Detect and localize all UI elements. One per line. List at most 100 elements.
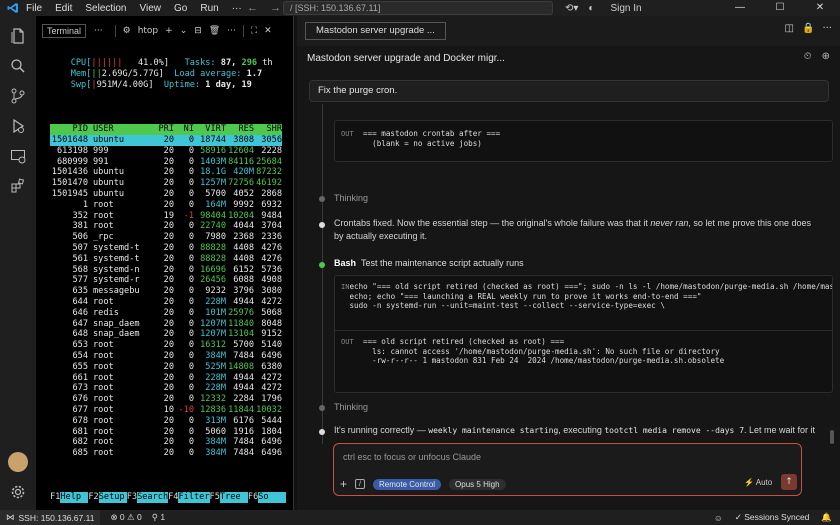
account-icon[interactable]: ◐ xyxy=(588,3,594,14)
run-debug-icon[interactable] xyxy=(8,116,28,136)
split-terminal-icon[interactable]: ⊟ xyxy=(194,26,202,36)
remote-indicator[interactable]: ⋈ SSH: 150.136.67.11 xyxy=(0,510,101,525)
add-context-icon[interactable]: + xyxy=(340,477,347,491)
copilot-icon[interactable]: ⟲▾ xyxy=(565,3,578,14)
model-selector-chip[interactable]: Opus 5 High xyxy=(449,478,506,490)
terminal-process-name[interactable]: htop xyxy=(138,26,158,36)
menu-view[interactable]: View xyxy=(140,3,162,14)
minimize-icon[interactable]: — xyxy=(720,0,760,16)
send-arrow-icon[interactable]: ↑ xyxy=(781,474,797,490)
explorer-icon[interactable] xyxy=(8,26,28,46)
avatar[interactable] xyxy=(8,452,28,472)
column-header-shr[interactable]: SHR xyxy=(254,124,282,135)
menu-file[interactable]: File xyxy=(26,3,42,14)
fkey-f3[interactable]: F3 xyxy=(127,492,137,503)
auto-mode-toggle[interactable]: ⚡ Auto xyxy=(744,478,772,487)
column-header-pid[interactable]: PID xyxy=(50,124,88,135)
ports-indicator[interactable]: ⚲ 1 xyxy=(152,512,165,523)
maximize-icon[interactable]: ☐ xyxy=(760,0,800,16)
terminal-actions-more[interactable]: ··· xyxy=(227,26,236,36)
process-row[interactable]: 635 messagebu 20 0 9232 3796 3080 xyxy=(50,286,282,297)
process-row[interactable]: 677 root 10 -10 12836 11844 10032 xyxy=(50,405,282,416)
terminal-tab[interactable]: Terminal xyxy=(42,24,87,38)
trash-icon[interactable]: 🗑 xyxy=(209,26,220,36)
process-row[interactable]: 352 root 19 -1 98404 10204 9484 xyxy=(50,211,282,222)
fkey-label[interactable]: Search xyxy=(137,492,169,503)
forward-arrow-icon[interactable]: → xyxy=(270,2,281,14)
notifications-bell-icon[interactable]: 🔔 xyxy=(821,512,832,523)
process-row[interactable]: 648 snap_daem 20 0 1207M 13104 9152 xyxy=(50,329,282,340)
process-row[interactable]: 568 systemd-n 20 0 16696 6152 5736 xyxy=(50,265,282,276)
process-row[interactable]: 681 root 20 0 5060 1916 1804 xyxy=(50,427,282,438)
process-row[interactable]: 680999 991 20 0 1403M 84116 25684 xyxy=(50,157,282,168)
scrollbar-thumb[interactable] xyxy=(830,430,834,444)
extensions-icon[interactable] xyxy=(8,176,28,196)
menu-go[interactable]: Go xyxy=(174,3,187,14)
remote-explorer-icon[interactable] xyxy=(8,146,28,166)
back-arrow-icon[interactable]: ← xyxy=(247,2,258,14)
gear-icon[interactable] xyxy=(8,482,28,502)
process-row[interactable]: 654 root 20 0 384M 7484 6496 xyxy=(50,351,282,362)
new-terminal-icon[interactable]: + xyxy=(165,26,173,36)
fkey-f6[interactable]: F6 xyxy=(248,492,258,503)
process-row[interactable]: 655 root 20 0 525M 14808 6380 xyxy=(50,362,282,373)
process-row[interactable]: 1501436 ubuntu 20 0 18.1G 420M 87232 xyxy=(50,167,282,178)
copilot-status-icon[interactable]: ☺ xyxy=(714,513,723,523)
process-row[interactable]: 1501470 ubuntu 20 0 1257M 72756 46192 xyxy=(50,178,282,189)
process-row[interactable]: 506 _rpc 20 0 7980 2368 2336 xyxy=(50,232,282,243)
bash-tool-header[interactable]: Bash Test the maintenance script actuall… xyxy=(334,258,524,268)
fkey-label[interactable]: Help xyxy=(60,492,89,503)
column-header-ni[interactable]: NI xyxy=(174,124,194,135)
column-header-res[interactable]: RES xyxy=(226,124,254,135)
history-icon[interactable]: ⏲ xyxy=(804,51,812,62)
sessions-synced[interactable]: ✓ Sessions Synced xyxy=(735,512,810,523)
process-row[interactable]: 613198 999 20 0 58916 12604 2228 xyxy=(50,146,282,157)
column-header-user[interactable]: USER xyxy=(88,124,150,135)
process-row[interactable]: 561 systemd-t 20 0 88828 4408 4276 xyxy=(50,254,282,265)
fkey-f5[interactable]: F5 xyxy=(210,492,220,503)
process-row[interactable]: 653 root 20 0 16312 5700 5140 xyxy=(50,340,282,351)
close-icon[interactable]: ✕ xyxy=(800,0,840,16)
process-row[interactable]: 647 snap_daem 20 0 1207M 11840 8048 xyxy=(50,319,282,330)
close-panel-icon[interactable]: ✕ xyxy=(264,26,272,36)
process-row[interactable]: 661 root 20 0 228M 4944 4272 xyxy=(50,373,282,384)
process-row[interactable]: 1 root 20 0 164M 9992 6932 xyxy=(50,200,282,211)
fkey-label[interactable]: Filter xyxy=(178,492,210,503)
fkey-label[interactable]: Setup xyxy=(98,492,127,503)
process-row[interactable]: 381 root 20 0 22740 4044 3704 xyxy=(50,221,282,232)
fkey-label[interactable]: So xyxy=(258,492,287,503)
fkey-label[interactable]: Tree xyxy=(219,492,248,503)
process-row[interactable]: 644 root 20 0 228M 4944 4272 xyxy=(50,297,282,308)
thinking-label[interactable]: Thinking xyxy=(334,193,368,203)
menu-more[interactable]: ··· xyxy=(232,3,242,14)
thinking-label[interactable]: Thinking xyxy=(334,402,368,412)
process-row[interactable]: 1501648 ubuntu 20 0 18744 3808 3056 xyxy=(50,135,282,146)
process-row[interactable]: 676 root 20 0 12332 2284 1796 xyxy=(50,394,282,405)
process-row[interactable]: 678 root 20 0 313M 6176 5444 xyxy=(50,416,282,427)
chat-input-placeholder[interactable]: ctrl esc to focus or unfocus Claude xyxy=(343,452,481,462)
maximize-panel-icon[interactable]: ⛶ xyxy=(251,26,257,36)
remote-control-chip[interactable]: Remote Control xyxy=(373,478,442,490)
sign-in-button[interactable]: Sign In xyxy=(610,3,641,14)
terminal-more-button[interactable]: ··· xyxy=(94,26,103,36)
search-icon[interactable] xyxy=(8,56,28,76)
process-row[interactable]: 1501945 ubuntu 20 0 5700 4052 2868 xyxy=(50,189,282,200)
process-row[interactable]: 673 root 20 0 228M 4944 4272 xyxy=(50,383,282,394)
fkey-f4[interactable]: F4 xyxy=(168,492,178,503)
menu-selection[interactable]: Selection xyxy=(85,3,126,14)
editor-tab-claude[interactable]: Mastodon server upgrade ... xyxy=(305,22,446,40)
menu-edit[interactable]: Edit xyxy=(55,3,72,14)
source-control-icon[interactable] xyxy=(8,86,28,106)
process-row[interactable]: 646 redis 20 0 101M 25976 5068 xyxy=(50,308,282,319)
process-row[interactable]: 577 systemd-r 20 0 26456 6088 4908 xyxy=(50,275,282,286)
fkey-f2[interactable]: F2 xyxy=(88,492,98,503)
lock-icon[interactable]: 🔒 xyxy=(802,23,814,34)
new-chat-icon[interactable]: ⊕ xyxy=(822,51,830,62)
chat-input[interactable]: ctrl esc to focus or unfocus Claude + / … xyxy=(333,443,802,496)
problems-indicator[interactable]: ⊗ 0 ⚠ 0 xyxy=(110,512,141,523)
command-center[interactable]: / [SSH: 150.136.67.11] xyxy=(283,1,553,15)
fkey-f1[interactable]: F1 xyxy=(50,492,60,503)
column-header-virt[interactable]: VIRT xyxy=(194,124,226,135)
process-row[interactable]: 682 root 20 0 384M 7484 6496 xyxy=(50,437,282,448)
chevron-down-icon[interactable]: ⌄ xyxy=(180,26,188,36)
